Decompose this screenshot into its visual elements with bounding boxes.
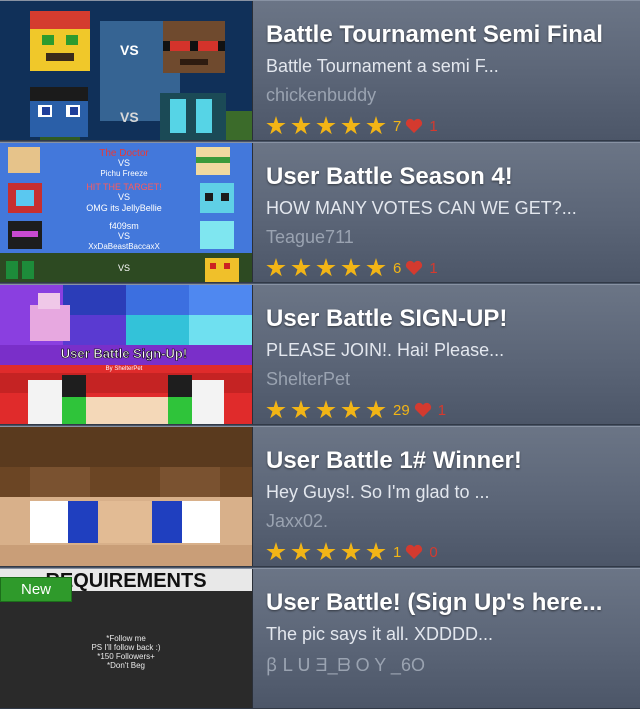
post-thumbnail: VS VS [0,1,253,140]
thumb-text: XxDaBeastBaccaxX [88,242,160,251]
post-title[interactable]: User Battle! (Sign Up's here... [266,589,602,617]
heart-icon [414,402,431,417]
thumb-text: VS [118,263,130,273]
star-icon [366,542,386,561]
thumb-text: *Don't Beg [107,661,145,670]
thumb-text: HIT THE TARGET! [86,182,161,192]
post-description: Hey Guys!. So I'm glad to ... [266,482,490,502]
post-author[interactable]: ꞵ ᒪ ᑌ Ǝ_ᗷ O Y _6O [266,653,425,677]
post-row[interactable]: User Battle Sign-Up! By ShelterPet User … [0,284,640,425]
post-thumbnail: The Doctor VS Pichu Freeze HIT THE TARGE… [0,143,253,282]
rating-count: 29 [393,401,410,419]
rating-bar: 29 1 [266,399,446,421]
rating-bar: 7 1 [266,115,438,137]
likes-count: 0 [429,543,438,561]
star-icon [291,542,311,561]
post-thumbnail: REQUIREMENTS *Follow me PS I'll follow b… [0,569,253,708]
post-description: PLEASE JOIN!. Hai! Please... [266,340,505,360]
thumb-text: VS [118,231,130,241]
thumb-text: VS [120,109,139,125]
star-icon [291,116,311,135]
star-icon [266,400,286,419]
star-icon [316,258,336,277]
post-title[interactable]: Battle Tournament Semi Final [266,21,603,49]
star-icon [266,116,286,135]
thumb-text: User Battle Sign-Up! [61,346,187,361]
rating-count: 7 [393,117,402,135]
post-author[interactable]: Jaxx02. [266,511,328,532]
heart-icon [406,118,423,133]
post-title[interactable]: User Battle SIGN-UP! [266,305,507,333]
star-icon [266,542,286,561]
post-list: VS VS Battle Tournament Semi Final Battl… [0,0,640,709]
star-icon [316,116,336,135]
thumb-text: PS I'll follow back :) [91,643,160,652]
likes-count: 1 [429,259,438,277]
thumb-text: *150 Followers+ [97,652,155,661]
post-description: The pic says it all. XDDDD... [266,624,494,644]
rating-bar: 1 0 [266,541,438,563]
post-thumbnail [0,427,253,566]
post-row[interactable]: The Doctor VS Pichu Freeze HIT THE TARGE… [0,142,640,283]
new-badge: New [0,577,72,602]
rating-bar: 6 1 [266,257,438,279]
star-icon [266,258,286,277]
thumb-text: *Follow me [106,634,146,643]
star-icon [316,400,336,419]
rating-count: 6 [393,259,402,277]
star-icon [316,542,336,561]
post-author[interactable]: chickenbuddy [266,85,376,106]
thumb-text: VS [118,158,130,168]
thumb-text: f409sm [109,221,139,231]
star-icon [341,542,361,561]
post-description: HOW MANY VOTES CAN WE GET?... [266,198,577,218]
star-icon [366,400,386,419]
post-title[interactable]: User Battle Season 4! [266,163,513,191]
star-icon [366,258,386,277]
star-icon [341,116,361,135]
heart-icon [406,544,423,559]
post-title[interactable]: User Battle 1# Winner! [266,447,522,475]
thumb-text: OMG its JellyBellie [86,203,162,213]
thumb-text: VS [120,42,139,58]
post-row[interactable]: User Battle 1# Winner! Hey Guys!. So I'm… [0,426,640,567]
thumb-text: VS [118,192,130,202]
post-author[interactable]: Teague711 [266,227,354,248]
post-description: Battle Tournament a semi F... [266,56,499,76]
heart-icon [406,260,423,275]
rating-count: 1 [393,543,402,561]
star-icon [291,258,311,277]
star-icon [341,400,361,419]
post-row[interactable]: REQUIREMENTS *Follow me PS I'll follow b… [0,568,640,709]
star-icon [366,116,386,135]
post-row[interactable]: VS VS Battle Tournament Semi Final Battl… [0,0,640,141]
post-author[interactable]: ShelterPet [266,369,350,390]
likes-count: 1 [437,401,447,419]
star-icon [291,400,311,419]
thumb-text: Pichu Freeze [100,169,148,178]
star-icon [341,258,361,277]
thumb-text: By ShelterPet [106,366,143,372]
likes-count: 1 [429,117,438,135]
post-thumbnail: User Battle Sign-Up! By ShelterPet [0,285,253,424]
